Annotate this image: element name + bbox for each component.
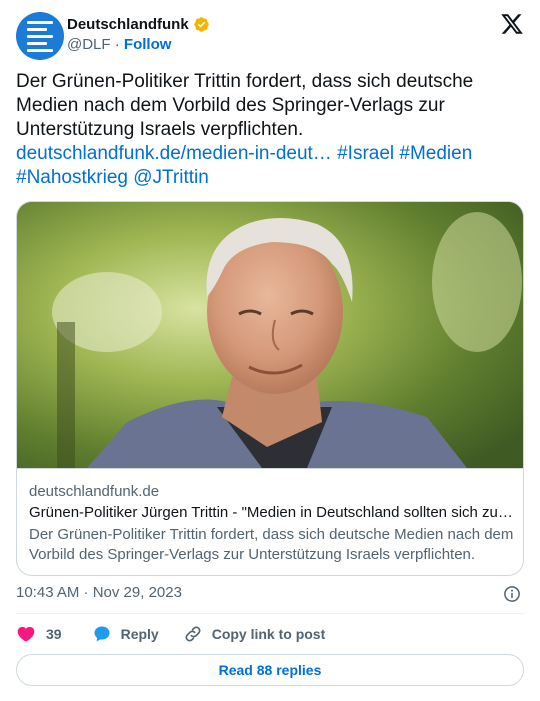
- handle-row: @DLF · Follow: [67, 36, 171, 53]
- tweet-body: Der Grünen-Politiker Trittin fordert, da…: [16, 71, 474, 140]
- mention[interactable]: @JTrittin: [133, 167, 209, 188]
- read-replies-button[interactable]: Read 88 replies: [16, 654, 524, 686]
- link-card[interactable]: deutschlandfunk.de Grünen-Politiker Jürg…: [16, 201, 524, 576]
- tweet-embed: Deutschlandfunk @DLF · Follow Der Grünen…: [0, 0, 540, 701]
- reply-label: Reply: [120, 626, 159, 642]
- link-icon: [185, 626, 201, 642]
- follow-button[interactable]: Follow: [124, 36, 172, 53]
- copy-link-label: Copy link to post: [211, 626, 326, 642]
- author-handle[interactable]: @DLF: [67, 36, 111, 53]
- avatar[interactable]: [16, 12, 64, 60]
- card-domain: deutschlandfunk.de: [29, 483, 160, 500]
- portrait-photo: [17, 202, 523, 468]
- heart-icon: [17, 626, 35, 642]
- card-info: deutschlandfunk.de Grünen-Politiker Jürg…: [17, 468, 523, 575]
- handle-separator: ·: [110, 36, 124, 53]
- timestamp[interactable]: 10:43 AM · Nov 29, 2023: [16, 584, 182, 601]
- info-icon[interactable]: [503, 585, 521, 603]
- reply-button[interactable]: Reply: [92, 624, 159, 644]
- display-name[interactable]: Deutschlandfunk: [67, 16, 189, 33]
- tweet-link[interactable]: deutschlandfunk.de/medien-in-deut…: [16, 143, 332, 164]
- reply-bubble-icon: [94, 626, 110, 642]
- tweet-text: Der Grünen-Politiker Trittin fordert, da…: [16, 70, 516, 190]
- action-bar: 39 Reply Copy link to post: [16, 622, 325, 646]
- card-description: Der Grünen-Politiker Trittin fordert, da…: [29, 526, 514, 563]
- verified-badge-icon: [193, 17, 209, 32]
- author-name-row: Deutschlandfunk: [67, 16, 210, 33]
- like-button[interactable]: 39: [16, 624, 62, 644]
- copy-link-button[interactable]: Copy link to post: [183, 624, 326, 644]
- like-count: 39: [46, 626, 62, 642]
- hashtag[interactable]: #Nahostkrieg: [16, 167, 128, 188]
- hashtag[interactable]: #Medien: [399, 143, 472, 164]
- card-image: [17, 202, 523, 468]
- hashtag[interactable]: #Israel: [337, 143, 394, 164]
- card-title: Grünen-Politiker Jürgen Trittin - "Medie…: [29, 504, 515, 521]
- x-logo-icon[interactable]: [500, 12, 524, 36]
- divider: [16, 613, 524, 614]
